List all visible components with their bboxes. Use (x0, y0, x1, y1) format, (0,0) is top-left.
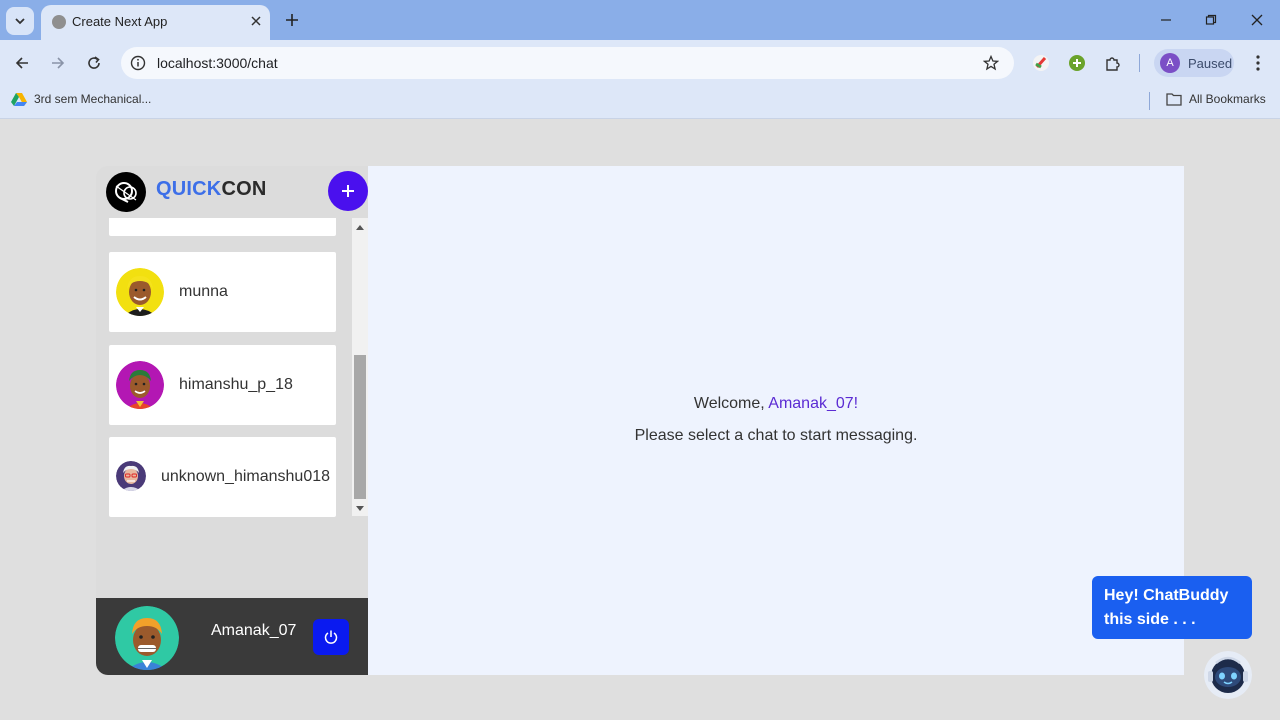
chat-name: munna (179, 283, 228, 300)
info-icon (130, 55, 146, 71)
star-icon (983, 55, 999, 71)
toolbar-separator (1139, 54, 1140, 72)
scroll-down-arrow[interactable] (352, 502, 368, 516)
logo-icon (115, 182, 137, 203)
extension-logo-icon (1033, 55, 1049, 71)
chatbot-bubble[interactable]: Hey! ChatBuddy this side . . . (1092, 576, 1252, 639)
robot-icon (1204, 651, 1252, 699)
chat-name: unknown_himanshu018 (161, 468, 331, 485)
power-icon (324, 630, 338, 644)
avatar[interactable] (115, 606, 179, 670)
minimize-icon (1161, 19, 1171, 21)
sidebar: QUICKCON munna himanshu_p_18 unknown_him… (96, 166, 368, 675)
plus-icon (286, 14, 298, 26)
back-icon (15, 57, 28, 69)
avatar-munna-image (116, 268, 164, 316)
new-tab-button[interactable] (281, 9, 303, 31)
avatar (116, 361, 164, 409)
close-window-button[interactable] (1245, 8, 1269, 32)
avatar (116, 461, 146, 491)
chat-list[interactable]: munna himanshu_p_18 unknown_himanshu018 (96, 218, 348, 518)
close-icon (1251, 14, 1263, 26)
chat-card-partial[interactable] (109, 218, 336, 236)
chatbot-button[interactable] (1204, 651, 1252, 699)
extension-green[interactable] (1067, 53, 1087, 73)
forward-icon (52, 57, 65, 69)
bookmark-label: 3rd sem Mechanical... (34, 92, 152, 106)
bookmarks-separator (1149, 92, 1150, 110)
globe-icon (52, 15, 66, 29)
extension-colorful[interactable] (1031, 53, 1051, 73)
extension-plus-icon (1069, 55, 1085, 71)
tab-close-button[interactable] (247, 12, 265, 30)
current-username: Amanak_07 (211, 622, 297, 639)
caret-up-icon (356, 225, 364, 230)
chevron-down-icon (15, 18, 25, 25)
chat-list-scrollbar[interactable] (352, 218, 368, 516)
profile-status: Paused (1188, 55, 1233, 71)
chat-card[interactable]: himanshu_p_18 (109, 345, 336, 425)
profile-avatar: A (1160, 53, 1180, 73)
folder-icon (1166, 93, 1182, 106)
kebab-menu-icon (1256, 55, 1260, 71)
plus-icon (342, 185, 354, 197)
chat-app: QUICKCON munna himanshu_p_18 unknown_him… (96, 166, 1184, 675)
bookmark-star-button[interactable] (980, 52, 1002, 74)
caret-down-icon (356, 506, 364, 511)
avatar (116, 268, 164, 316)
all-bookmarks-label: All Bookmarks (1189, 92, 1266, 106)
app-title: QUICKCON (156, 178, 267, 201)
back-button[interactable] (9, 50, 35, 76)
scrollbar-thumb[interactable] (354, 355, 366, 499)
chat-name: himanshu_p_18 (179, 376, 293, 393)
profile-button[interactable]: A Paused (1154, 49, 1234, 77)
avatar-unknown-image (116, 461, 146, 491)
logout-button[interactable] (313, 619, 349, 655)
app-logo (106, 172, 146, 212)
all-bookmarks-button[interactable]: All Bookmarks (1166, 92, 1266, 106)
current-user-bar: Amanak_07 (96, 598, 368, 675)
welcome-message: Welcome, Amanak_07! (368, 395, 1184, 413)
avatar-himanshu-image (116, 361, 164, 409)
restore-icon (1205, 14, 1217, 25)
tab-title: Create Next App (72, 14, 168, 29)
chat-card[interactable]: unknown_himanshu018 (109, 437, 336, 517)
avatar-current-user-image (115, 606, 179, 670)
add-chat-button[interactable] (328, 171, 368, 211)
reload-button[interactable] (81, 50, 107, 76)
browser-menu-button[interactable] (1248, 52, 1268, 74)
chat-card[interactable]: munna (109, 252, 336, 332)
welcome-prefix: Welcome, (693, 395, 769, 412)
drive-icon (11, 93, 27, 106)
restore-button[interactable] (1199, 8, 1223, 32)
app-title-quick: QUICK (156, 178, 222, 200)
minimize-button[interactable] (1154, 8, 1178, 32)
extensions-icon (1106, 57, 1120, 71)
reload-icon (88, 56, 100, 69)
bookmarks-bar (0, 85, 1280, 119)
forward-button[interactable] (45, 50, 71, 76)
scroll-up-arrow[interactable] (352, 220, 368, 234)
bookmark-item[interactable]: 3rd sem Mechanical... (11, 92, 151, 106)
site-info-button[interactable] (128, 53, 148, 73)
welcome-username: Amanak_07! (768, 395, 859, 412)
browser-tab[interactable]: Create Next App (41, 5, 270, 40)
close-icon (251, 16, 261, 26)
select-chat-prompt: Please select a chat to start messaging. (634, 427, 918, 444)
app-title-con: CON (221, 178, 267, 200)
extensions-button[interactable] (1103, 53, 1123, 73)
tab-search-button[interactable] (6, 7, 34, 35)
url-text[interactable]: localhost:3000/chat (157, 55, 278, 71)
chat-main-panel: Welcome, Amanak_07! Please select a chat… (368, 166, 1184, 675)
